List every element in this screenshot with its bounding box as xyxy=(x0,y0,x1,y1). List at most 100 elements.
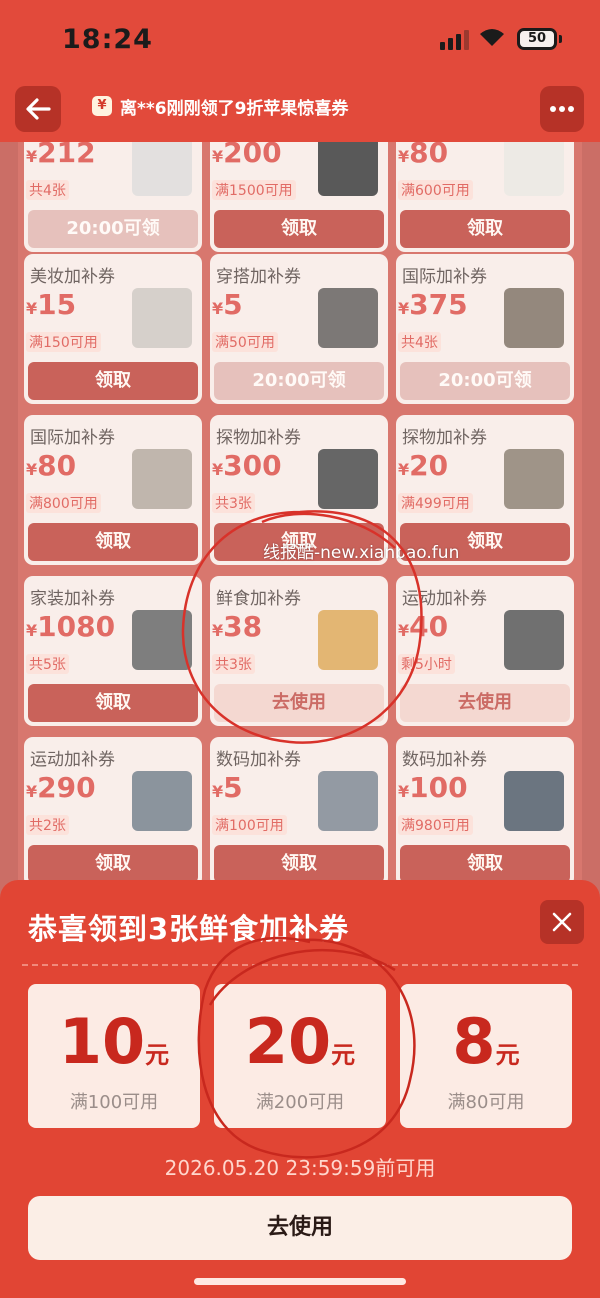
coupon-card-amount: ¥40 xyxy=(398,610,449,643)
coupon-card-condition: 共4张 xyxy=(26,180,69,200)
claim-button[interactable]: 领取 xyxy=(400,845,570,883)
coupon-card-amount: ¥38 xyxy=(212,610,263,643)
product-thumbnail xyxy=(132,610,192,670)
status-time: 18:24 xyxy=(62,24,153,55)
claim-button[interactable]: 领取 xyxy=(400,210,570,248)
coupon-card-title: 国际加补券 xyxy=(30,428,115,448)
product-thumbnail xyxy=(318,142,378,196)
coupon-card: ¥80 满600可用领取 xyxy=(396,142,574,252)
coupon-card-condition: 满1500可用 xyxy=(212,180,296,200)
coupon-card-title: 探物加补券 xyxy=(216,428,301,448)
coupon-value: 10元 xyxy=(58,1005,170,1078)
coupon-card-condition: 共3张 xyxy=(212,654,255,674)
product-thumbnail xyxy=(132,449,192,509)
coupon-card-title: 运动加补券 xyxy=(402,589,487,609)
wifi-icon xyxy=(480,29,504,46)
claim-button[interactable]: 领取 xyxy=(214,845,384,883)
coupon-card: 鲜食加补券 ¥38 共3张去使用 xyxy=(210,576,388,726)
sheet-title: 恭喜领到3张鲜食加补券 xyxy=(28,912,350,946)
claim-button[interactable]: 领取 xyxy=(28,845,198,883)
battery-cap xyxy=(559,35,562,43)
coupon-card-condition: 共5张 xyxy=(26,654,69,674)
coupon-grid-area: ¥212 共4张 20:00可领 ¥200 满1500可用 领取 ¥80 满600可用 领取 美妆… xyxy=(0,142,600,902)
coupon-condition: 满200可用 xyxy=(255,1092,345,1113)
coupon-card-title: 美妆加补券 xyxy=(30,267,115,287)
coupon-card-title: 鲜食加补券 xyxy=(216,589,301,609)
claim-button[interactable]: 领取 xyxy=(28,362,198,400)
close-button[interactable] xyxy=(540,900,584,944)
coupon-card-amount: ¥200 xyxy=(212,142,282,169)
coupon-card: 美妆加补券 ¥15 满150可用领取 xyxy=(24,254,202,404)
coupon-card-amount: ¥5 xyxy=(212,771,243,804)
claim-button[interactable]: 领取 xyxy=(28,523,198,561)
coupon-icon: ¥ xyxy=(92,96,112,116)
claim-button[interactable]: 领取 xyxy=(28,684,198,722)
coupon-card-amount: ¥212 xyxy=(26,142,96,169)
signal-icon xyxy=(440,30,472,50)
coupon-card-condition: 满100可用 xyxy=(212,815,287,835)
product-thumbnail xyxy=(504,610,564,670)
coupon-card-amount: ¥80 xyxy=(398,142,449,169)
product-thumbnail xyxy=(504,449,564,509)
coupon-card-amount: ¥80 xyxy=(26,449,77,482)
reward-coupon: 10元 满100可用 xyxy=(28,984,200,1128)
coupon-card-amount: ¥1080 xyxy=(26,610,116,643)
coupon-card-title: 国际加补券 xyxy=(402,267,487,287)
back-arrow-icon xyxy=(26,98,51,120)
use-button[interactable]: 去使用 xyxy=(28,1196,572,1260)
coupon-card-amount: ¥375 xyxy=(398,288,468,321)
claim-button[interactable]: 20:00可领 xyxy=(400,362,570,400)
coupon-card-title: 数码加补券 xyxy=(402,750,487,770)
claim-button[interactable]: 去使用 xyxy=(400,684,570,722)
coupon-card: ¥212 共4张 20:00可领 xyxy=(24,142,202,252)
coupon-card-condition: 满50可用 xyxy=(212,332,278,352)
coupon-card: 运动加补券 ¥290 共2张领取 xyxy=(24,737,202,887)
coupon-card: 数码加补券 ¥5 满100可用领取 xyxy=(210,737,388,887)
coupon-card-condition: 共2张 xyxy=(26,815,69,835)
product-thumbnail xyxy=(318,449,378,509)
coupon-card-amount: ¥290 xyxy=(26,771,96,804)
claim-button[interactable]: 领取 xyxy=(214,210,384,248)
coupon-card: 家装加补券 ¥1080 共5张 领取 xyxy=(24,576,202,726)
coupon-value: 20元 xyxy=(244,1005,356,1078)
product-thumbnail xyxy=(318,610,378,670)
coupon-card: 运动加补券 ¥40 剩5小时去使用 xyxy=(396,576,574,726)
coupon-condition: 满80可用 xyxy=(447,1092,525,1113)
claim-button[interactable]: 20:00可领 xyxy=(28,210,198,248)
product-thumbnail xyxy=(132,288,192,348)
coupon-card-amount: ¥5 xyxy=(212,288,243,321)
coupon-grid: ¥212 共4张 20:00可领 ¥200 满1500可用 领取 ¥80 满600可用 领取 美妆… xyxy=(18,142,582,902)
coupon-card-title: 数码加补券 xyxy=(216,750,301,770)
divider xyxy=(22,964,578,966)
coupon-card-condition: 满499可用 xyxy=(398,493,473,513)
coupon-card-amount: ¥100 xyxy=(398,771,468,804)
home-indicator xyxy=(194,1278,406,1285)
close-icon xyxy=(552,912,572,932)
coupon-card-title: 穿搭加补券 xyxy=(216,267,301,287)
reward-sheet: 恭喜领到3张鲜食加补券 10元 满100可用 20元 满200可用 8元 满80… xyxy=(0,880,600,1298)
product-thumbnail xyxy=(132,771,192,831)
battery-icon: 50 xyxy=(517,28,557,50)
coupon-card: 数码加补券 ¥100 满980可用 领取 xyxy=(396,737,574,887)
product-thumbnail xyxy=(504,288,564,348)
top-nav: ¥ 离**6刚刚领了9折苹果惊喜券 xyxy=(0,80,600,142)
claim-button[interactable]: 20:00可领 xyxy=(214,362,384,400)
claim-button[interactable]: 去使用 xyxy=(214,684,384,722)
coupon-condition: 满100可用 xyxy=(69,1092,159,1113)
coupon-card-amount: ¥15 xyxy=(26,288,77,321)
more-button[interactable] xyxy=(540,86,584,132)
coupon-card-condition: 满800可用 xyxy=(26,493,101,513)
coupon-card: 国际加补券 ¥80 满800可用领取 xyxy=(24,415,202,565)
coupon-card-condition: 满150可用 xyxy=(26,332,101,352)
coupon-card-amount: ¥300 xyxy=(212,449,282,482)
coupon-card-condition: 满600可用 xyxy=(398,180,473,200)
product-thumbnail xyxy=(318,288,378,348)
product-thumbnail xyxy=(318,771,378,831)
coupon-card: 穿搭加补券 ¥5 满50可用 20:00可领 xyxy=(210,254,388,404)
deadline-text: 2026.05.20 23:59:59前可用 xyxy=(164,1156,436,1180)
coupon-card-amount: ¥20 xyxy=(398,449,449,482)
coupon-card-condition: 剩5小时 xyxy=(398,654,455,674)
ticker-text: 离**6刚刚领了9折苹果惊喜券 xyxy=(120,99,349,119)
coupon-card-title: 运动加补券 xyxy=(30,750,115,770)
back-button[interactable] xyxy=(15,86,61,132)
